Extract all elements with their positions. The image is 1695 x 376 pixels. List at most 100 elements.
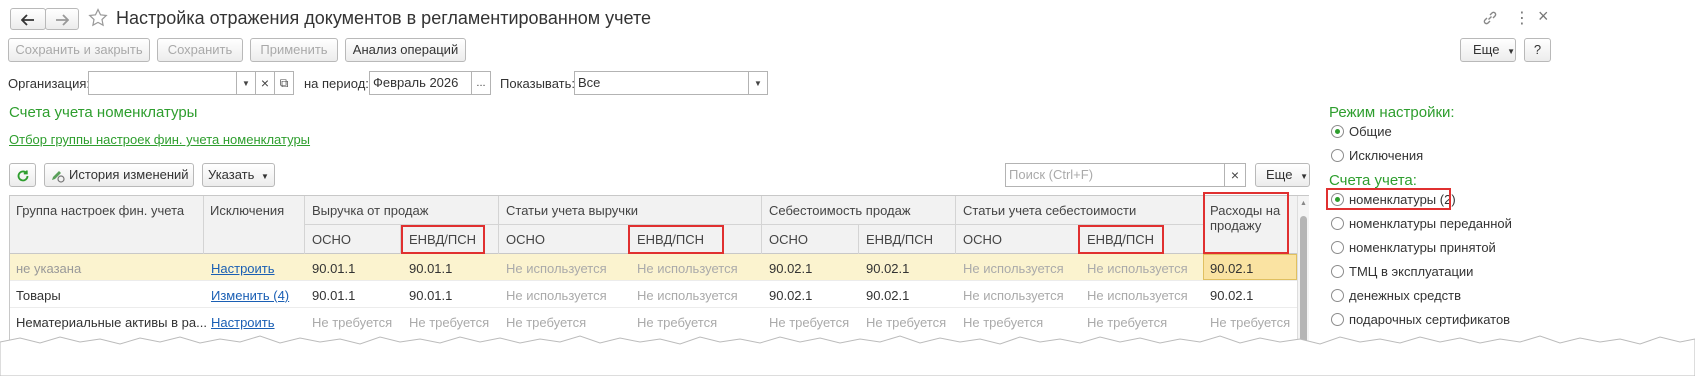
cell-cost-envd: Не требуется xyxy=(866,315,947,330)
col-divider xyxy=(858,224,859,254)
col-divider xyxy=(203,196,204,254)
chevron-down-icon: ▼ xyxy=(1507,47,1515,56)
highlight-box xyxy=(1326,188,1451,210)
table-more-button[interactable]: Еще ▼ xyxy=(1255,163,1310,187)
header-revenue-items[interactable]: Статьи учета выручки xyxy=(506,203,638,218)
cell-cost-envd: 90.02.1 xyxy=(866,288,910,303)
cell-exceptions-link[interactable]: Изменить (4) xyxy=(211,288,289,303)
account-gift-label[interactable]: подарочных сертификатов xyxy=(1349,312,1510,327)
account-gift-radio[interactable] xyxy=(1331,313,1344,326)
header-cost-osno[interactable]: ОСНО xyxy=(769,232,808,247)
cell-ci-osno: Не используется xyxy=(963,261,1064,276)
chevron-down-icon: ▼ xyxy=(754,79,762,88)
cell-exceptions-link[interactable]: Настроить xyxy=(211,315,275,330)
header-group[interactable]: Группа настроек фин. учета xyxy=(16,203,184,218)
open-icon: ⧉ xyxy=(279,76,289,90)
account-transferred-label[interactable]: номенклатуры переданной xyxy=(1349,216,1512,231)
specify-button[interactable]: Указать ▼ xyxy=(202,163,275,187)
account-cash-label[interactable]: денежных средств xyxy=(1349,288,1461,303)
cell-cost-osno: 90.02.1 xyxy=(769,261,813,276)
header-ci-osno[interactable]: ОСНО xyxy=(963,232,1002,247)
header-cost[interactable]: Себестоимость продаж xyxy=(769,203,911,218)
torn-edge xyxy=(0,335,1695,376)
org-clear-button[interactable]: × xyxy=(255,71,275,95)
header-rev-osno[interactable]: ОСНО xyxy=(312,232,351,247)
show-dropdown-button[interactable]: ▼ xyxy=(748,71,768,95)
cell-rev-osno: 90.01.1 xyxy=(312,288,356,303)
save-button[interactable]: Сохранить xyxy=(157,38,243,62)
period-field[interactable]: Февраль 2026 xyxy=(369,71,472,95)
history-button[interactable]: История изменений xyxy=(44,163,194,187)
search-placeholder: Поиск (Ctrl+F) xyxy=(1009,167,1094,182)
apply-button[interactable]: Применить xyxy=(250,38,338,62)
cell-ci-osno: Не требуется xyxy=(963,315,1044,330)
show-select[interactable]: Все xyxy=(574,71,749,95)
forward-button[interactable] xyxy=(45,8,79,30)
accounts-title: Счета учета: xyxy=(1329,172,1417,189)
search-input[interactable]: Поиск (Ctrl+F) xyxy=(1005,163,1225,187)
more-label: Еще xyxy=(1473,42,1500,57)
search-clear-button[interactable]: × xyxy=(1224,163,1246,187)
arrow-left-icon xyxy=(20,13,34,26)
header-cost-envd[interactable]: ЕНВД/ПСН xyxy=(866,232,933,247)
chevron-down-icon: ▼ xyxy=(242,79,250,88)
cell-ri-envd: Не используется xyxy=(637,288,738,303)
account-transferred-radio[interactable] xyxy=(1331,217,1344,230)
refresh-icon xyxy=(17,170,28,181)
section-title: Счета учета номенклатуры xyxy=(9,104,198,121)
period-select-button[interactable]: ... xyxy=(471,71,491,95)
mode-exceptions-radio[interactable] xyxy=(1331,149,1344,162)
save-close-button[interactable]: Сохранить и закрыть xyxy=(8,38,150,62)
filter-group-link[interactable]: Отбор группы настроек фин. учета номенкл… xyxy=(9,132,310,147)
scroll-up-arrow-icon[interactable]: ▲ xyxy=(1300,200,1307,207)
mode-exceptions-label[interactable]: Исключения xyxy=(1349,148,1423,163)
account-tmc-radio[interactable] xyxy=(1331,265,1344,278)
specify-label: Указать xyxy=(208,167,255,182)
cell-ri-envd: Не используется xyxy=(637,261,738,276)
org-open-button[interactable]: ⧉ xyxy=(274,71,294,95)
header-ri-osno[interactable]: ОСНО xyxy=(506,232,545,247)
back-button[interactable] xyxy=(10,8,46,30)
analysis-button[interactable]: Анализ операций xyxy=(345,38,466,62)
chevron-down-icon: ▼ xyxy=(261,172,269,181)
scrollbar-thumb[interactable] xyxy=(1300,216,1307,346)
chevron-down-icon: ▼ xyxy=(1300,172,1308,181)
cell-cost-osno: 90.02.1 xyxy=(769,288,813,303)
cell-ci-envd: Не требуется xyxy=(1087,315,1168,330)
cell-ci-osno: Не используется xyxy=(963,288,1064,303)
account-cash-radio[interactable] xyxy=(1331,289,1344,302)
cell-ci-envd: Не используется xyxy=(1087,261,1188,276)
account-tmc-label[interactable]: ТМЦ в эксплуатации xyxy=(1349,264,1473,279)
cell-rev-envd: 90.01.1 xyxy=(409,288,453,303)
mode-general-radio[interactable] xyxy=(1331,125,1344,138)
cell-cost-envd: 90.02.1 xyxy=(866,261,910,276)
clear-icon: × xyxy=(260,75,270,91)
col-divider xyxy=(498,196,499,254)
help-button[interactable]: ? xyxy=(1524,38,1551,62)
history-label: История изменений xyxy=(69,167,189,182)
col-divider xyxy=(761,196,762,254)
highlight-box xyxy=(401,225,485,254)
org-dropdown-button[interactable]: ▼ xyxy=(236,71,256,95)
cell-rev-envd: Не требуется xyxy=(409,315,490,330)
org-field[interactable] xyxy=(88,71,237,95)
star-icon[interactable] xyxy=(88,8,108,28)
row-divider xyxy=(10,307,1297,308)
cell-exceptions-link[interactable]: Настроить xyxy=(211,261,275,276)
more-vertical-icon[interactable]: ⋮ xyxy=(1514,8,1530,28)
cell-rev-envd: 90.01.1 xyxy=(409,261,453,276)
account-received-label[interactable]: номенклатуры принятой xyxy=(1349,240,1496,255)
cell-rev-osno: 90.01.1 xyxy=(312,261,356,276)
account-received-radio[interactable] xyxy=(1331,241,1344,254)
page-title: Настройка отражения документов в регламе… xyxy=(116,8,652,28)
mode-title: Режим настройки: xyxy=(1329,104,1455,121)
mode-general-label[interactable]: Общие xyxy=(1349,124,1392,139)
header-cost-items[interactable]: Статьи учета себестоимости xyxy=(963,203,1136,218)
more-button[interactable]: Еще ▼ xyxy=(1460,38,1516,62)
link-icon[interactable] xyxy=(1482,10,1498,26)
close-icon[interactable]: × xyxy=(1538,6,1549,27)
header-revenue[interactable]: Выручка от продаж xyxy=(312,203,428,218)
refresh-button[interactable] xyxy=(9,163,36,187)
cell-group: не указана xyxy=(16,261,82,276)
header-exceptions[interactable]: Исключения xyxy=(210,203,284,218)
